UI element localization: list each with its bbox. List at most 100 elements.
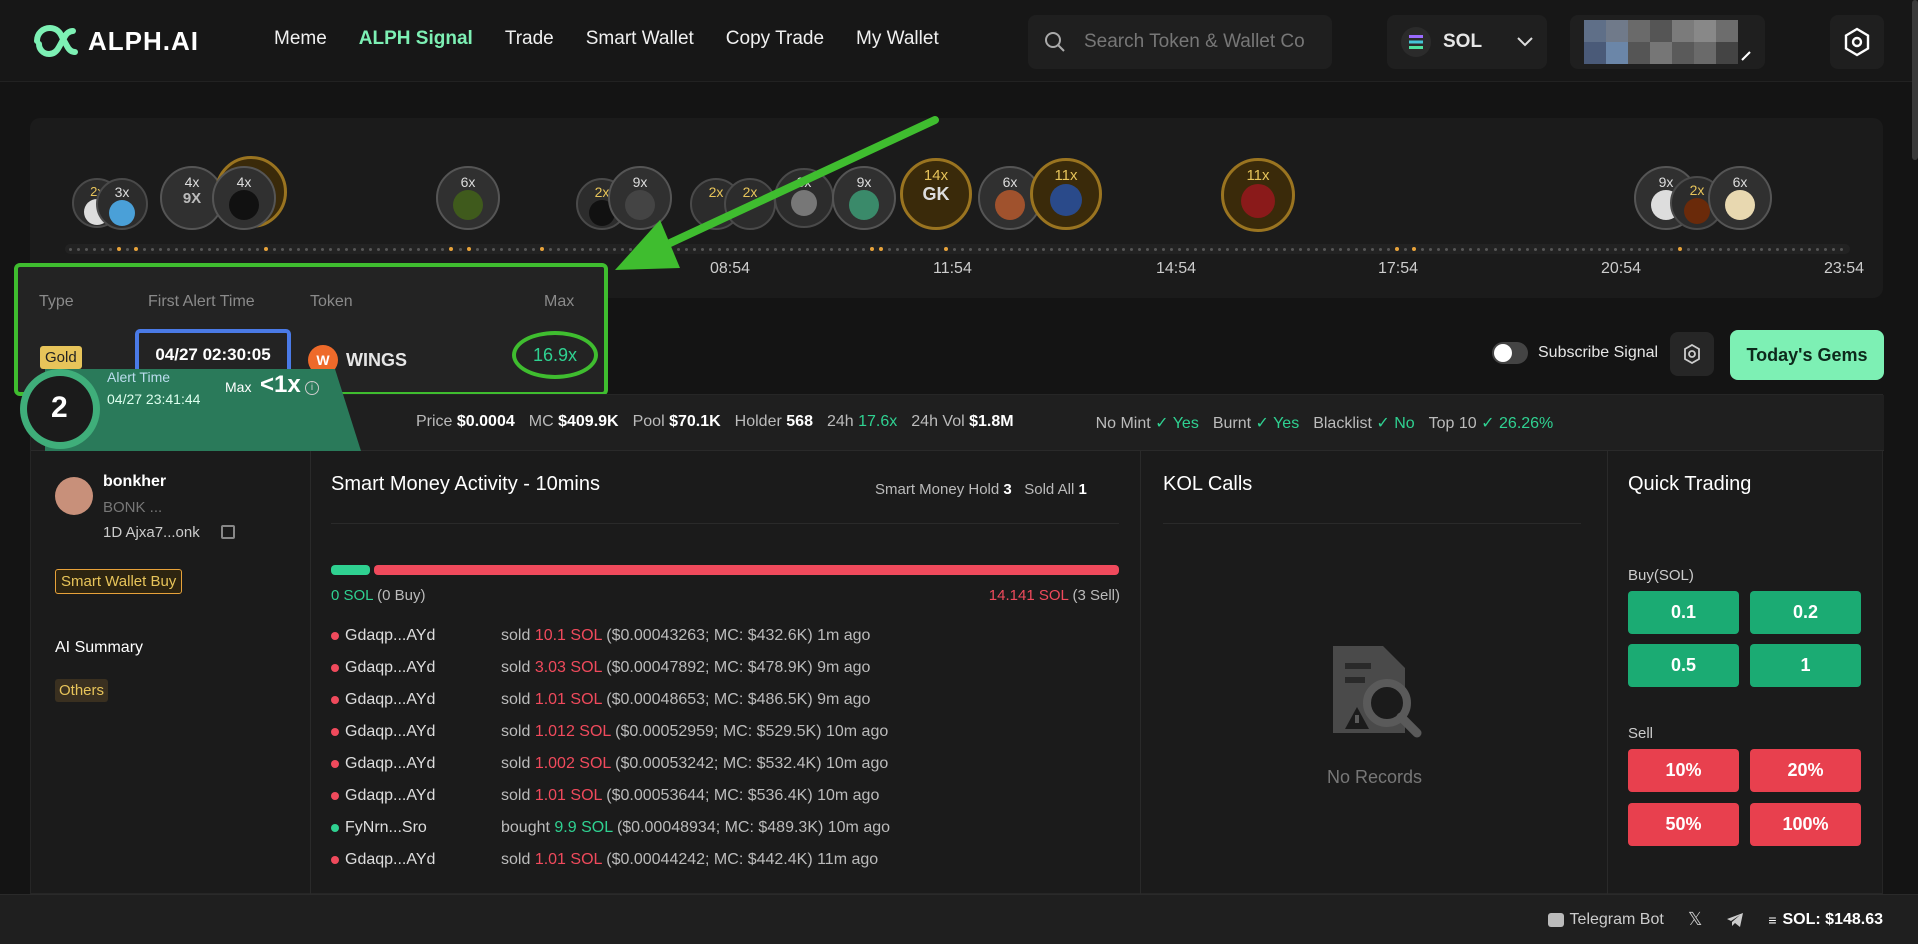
activity-row[interactable]: Gdaqp...AYd sold 10.1 SOL ($0.00043263; M… xyxy=(331,627,870,645)
buy-0.2-button[interactable]: 0.2 xyxy=(1750,591,1861,634)
detail: ($0.00044242; MC: $442.4K) 11m ago xyxy=(606,851,879,868)
sol-price: ≡ SOL: $148.63 xyxy=(1768,910,1883,928)
sell-10-button[interactable]: 10% xyxy=(1628,749,1739,792)
search-input[interactable] xyxy=(1084,31,1304,53)
action: sold xyxy=(501,787,531,804)
wallet-address[interactable]: Gdaqp...AYd xyxy=(345,627,501,645)
amount: 10.1 SOL xyxy=(534,627,602,644)
timeline-tick xyxy=(507,247,511,251)
token-icon xyxy=(1684,198,1710,224)
nav-smart-wallet[interactable]: Smart Wallet xyxy=(586,28,694,50)
timeline-tick xyxy=(1775,247,1779,251)
activity-row[interactable]: FyNrn...Sro bought 9.9 SOL ($0.00048934; … xyxy=(331,819,890,837)
timeline-tick xyxy=(1429,247,1433,251)
buy-0.5-button[interactable]: 0.5 xyxy=(1628,644,1739,687)
timeline-tick xyxy=(1541,247,1545,251)
telegram-bot-link[interactable]: Telegram Bot xyxy=(1547,911,1664,929)
detail: ($0.00053242; MC: $532.4K) 10m ago xyxy=(615,755,889,772)
subscribe-signal[interactable]: Subscribe Signal xyxy=(1492,342,1658,364)
nav-alph-signal[interactable]: ALPH Signal xyxy=(359,28,473,50)
activity-row[interactable]: Gdaqp...AYd sold 1.002 SOL ($0.00053242; … xyxy=(331,755,888,773)
copy-icon[interactable] xyxy=(221,525,235,539)
wallet-address[interactable]: FyNrn...Sro xyxy=(345,819,501,837)
robot-icon xyxy=(1547,912,1564,927)
header-token: Token xyxy=(310,293,353,310)
no-mint: ✓ Yes xyxy=(1155,415,1199,432)
token-icon xyxy=(453,190,483,220)
buy-1-button[interactable]: 1 xyxy=(1750,644,1861,687)
side-dot xyxy=(331,696,339,704)
token-symbol: BONK ... xyxy=(103,499,163,516)
search-box[interactable] xyxy=(1028,15,1332,69)
timeline-tick xyxy=(199,247,203,251)
amount: 1.01 SOL xyxy=(534,851,602,868)
activity-row[interactable]: Gdaqp...AYd sold 3.03 SOL ($0.00047892; M… xyxy=(331,659,870,677)
timeline-tick xyxy=(337,247,341,251)
token-avatar[interactable] xyxy=(55,477,93,515)
buy-0.1-button[interactable]: 0.1 xyxy=(1628,591,1739,634)
wallet-address[interactable]: Gdaqp...AYd xyxy=(345,755,501,773)
timeline-tick xyxy=(175,247,179,251)
action: sold xyxy=(501,755,531,772)
action: sold xyxy=(501,627,531,644)
token-info-column: bonkher BONK ... 1D Ajxa7...onk Smart Wa… xyxy=(31,451,311,895)
timeline-bubble[interactable]: 11x xyxy=(1030,158,1102,230)
side-dot xyxy=(331,824,339,832)
timeline-tick xyxy=(1807,247,1811,251)
wallet-address[interactable]: Gdaqp...AYd xyxy=(345,659,501,677)
timeline-tick xyxy=(539,247,544,251)
timeline-bubble[interactable]: 4x xyxy=(212,166,276,230)
nav-meme[interactable]: Meme xyxy=(274,28,327,50)
no-records-text: No Records xyxy=(1326,767,1423,787)
amount: 3.03 SOL xyxy=(534,659,602,676)
wallet-address-blurred[interactable] xyxy=(1570,15,1765,69)
timeline-tick xyxy=(1089,247,1093,251)
brand-logo[interactable]: ALPH.AI xyxy=(30,22,199,60)
timeline-tick xyxy=(1202,247,1206,251)
timeline-bubble[interactable]: 6x xyxy=(1708,166,1772,230)
timeline-bubble[interactable]: 11x xyxy=(1221,158,1295,232)
signal-settings-button[interactable] xyxy=(1670,332,1714,376)
buy-sell-ratio-bar xyxy=(331,565,1119,575)
timeline-tick xyxy=(1170,247,1174,251)
side-dot xyxy=(331,760,339,768)
telegram-icon[interactable] xyxy=(1726,912,1744,928)
activity-row[interactable]: Gdaqp...AYd sold 1.01 SOL ($0.00048653; M… xyxy=(331,691,870,709)
activity-row[interactable]: Gdaqp...AYd sold 1.01 SOL ($0.00053644; M… xyxy=(331,787,879,805)
settings-button[interactable] xyxy=(1830,15,1884,69)
nav-copy-trade[interactable]: Copy Trade xyxy=(726,28,824,50)
subscribe-toggle[interactable] xyxy=(1492,342,1528,364)
timeline-tick xyxy=(1597,247,1601,251)
timeline-tick xyxy=(1097,247,1101,251)
wallet-address[interactable]: Gdaqp...AYd xyxy=(345,691,501,709)
sell-label: Sell xyxy=(1628,725,1654,742)
sell-50-button[interactable]: 50% xyxy=(1628,803,1739,846)
nav-trade[interactable]: Trade xyxy=(505,28,554,50)
nav-my-wallet[interactable]: My Wallet xyxy=(856,28,939,50)
sell-20-button[interactable]: 20% xyxy=(1750,749,1861,792)
timeline-bubble[interactable]: 3x xyxy=(96,178,148,230)
wallet-address[interactable]: Gdaqp...AYd xyxy=(345,723,501,741)
info-icon[interactable]: i xyxy=(305,381,319,395)
timeline-tick xyxy=(1250,247,1254,251)
timeline-tick xyxy=(1122,247,1126,251)
amount: 1.002 SOL xyxy=(534,755,611,772)
sell-100-button[interactable]: 100% xyxy=(1750,803,1861,846)
timeline-tick xyxy=(1322,247,1326,251)
token-icon xyxy=(1241,184,1275,218)
side-dot xyxy=(331,664,339,672)
x-twitter-icon[interactable]: 𝕏 xyxy=(1688,909,1703,930)
wallet-address[interactable]: Gdaqp...AYd xyxy=(345,787,501,805)
activity-row[interactable]: Gdaqp...AYd sold 1.012 SOL ($0.00052959; … xyxy=(331,723,888,741)
timeline-tick xyxy=(417,247,421,251)
chain-selector[interactable]: SOL xyxy=(1387,15,1547,69)
timeline-bubble[interactable]: 6x xyxy=(436,166,500,230)
timeline-track[interactable] xyxy=(65,244,1850,254)
scrollbar[interactable] xyxy=(1912,0,1918,160)
timeline-tick xyxy=(1081,247,1085,251)
wallet-address[interactable]: Gdaqp...AYd xyxy=(345,851,501,869)
activity-row[interactable]: Gdaqp...AYd sold 1.01 SOL ($0.00044242; M… xyxy=(331,851,878,869)
token-name[interactable]: bonkher xyxy=(103,473,166,491)
todays-gems-button[interactable]: Today's Gems xyxy=(1730,330,1884,380)
blacklist: ✓ No xyxy=(1376,415,1415,432)
